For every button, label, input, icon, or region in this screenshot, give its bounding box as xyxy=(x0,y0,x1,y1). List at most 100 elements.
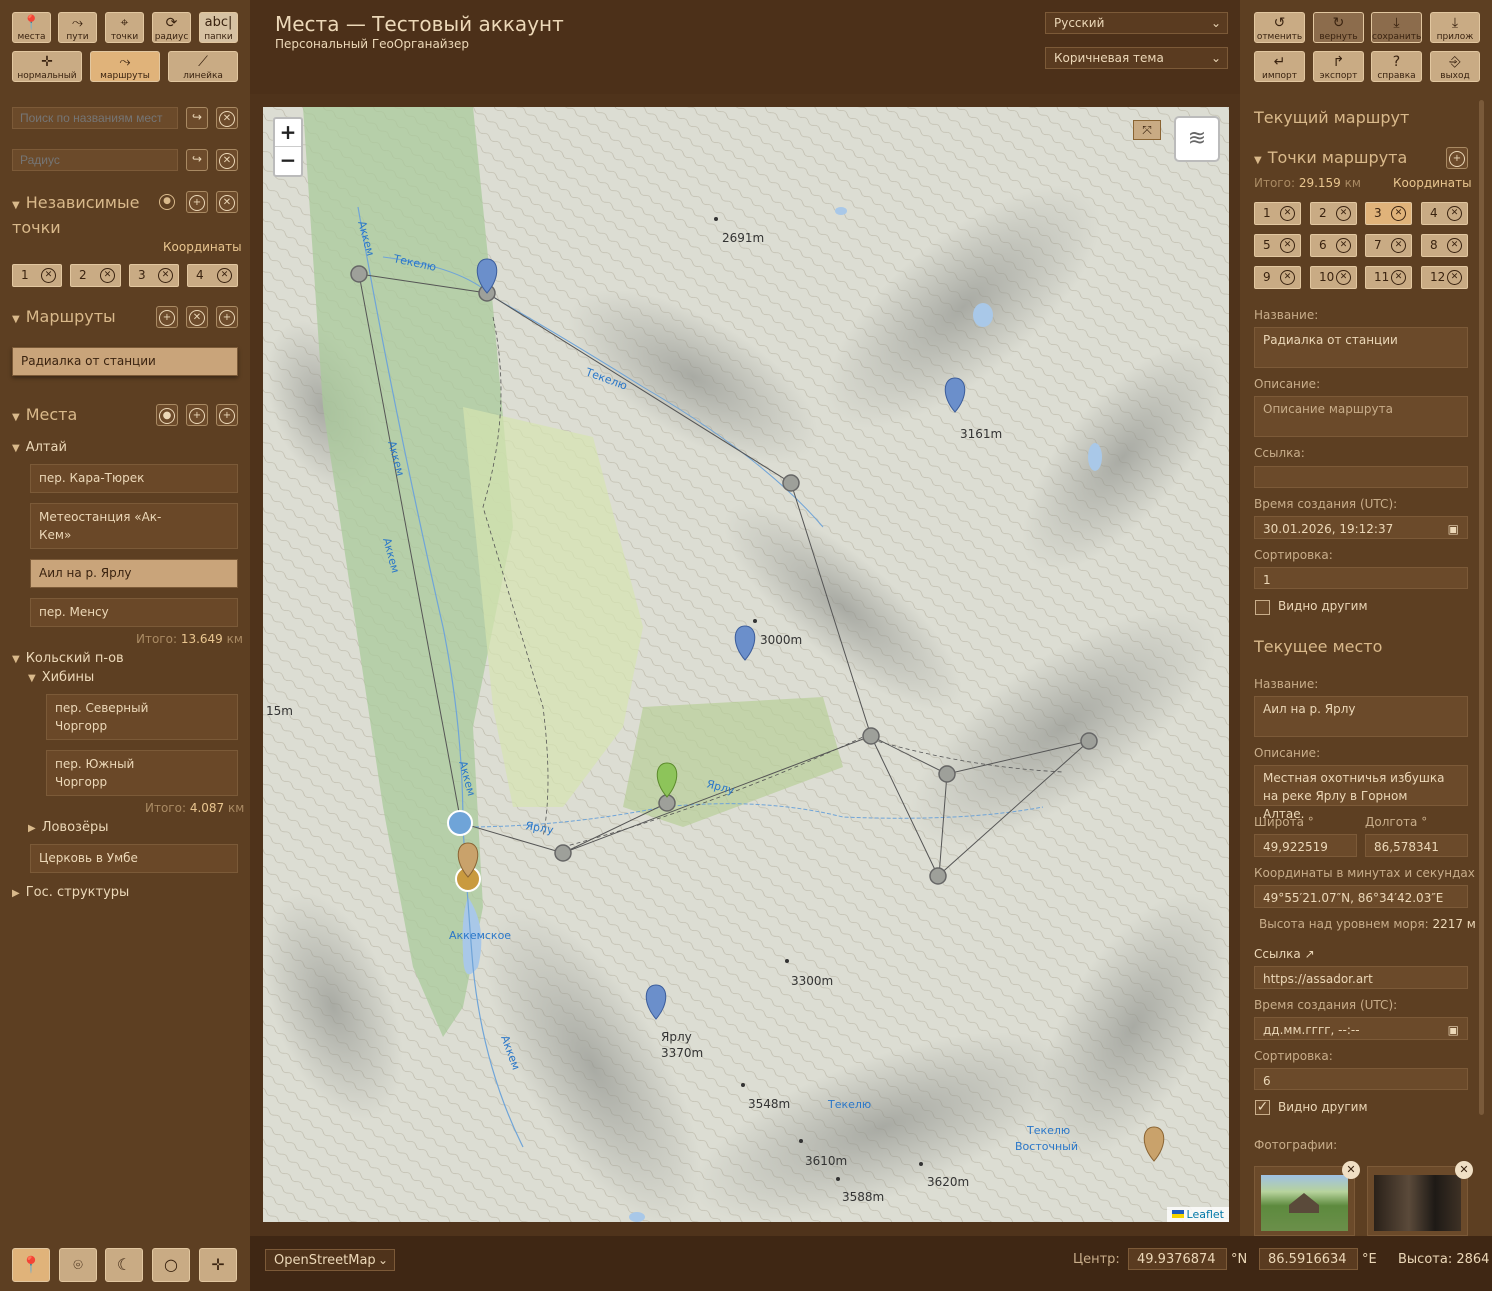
close-icon[interactable]: ✕ xyxy=(41,268,56,283)
folder-khibiny[interactable]: ▼ Хибины xyxy=(28,670,94,685)
undo-button[interactable]: ↺ отменить xyxy=(1254,12,1305,43)
dms-field[interactable]: 49°55′21.07″N, 86°34′42.03″E xyxy=(1254,885,1468,908)
close-icon[interactable]: ✕ xyxy=(100,268,115,283)
photo-thumb[interactable]: ✕ xyxy=(1367,1161,1473,1236)
close-icon[interactable]: ✕ xyxy=(1391,238,1406,253)
folder-altai[interactable]: ▼ Алтай xyxy=(12,440,67,455)
place-name-field[interactable]: Аил на р. Ярлу xyxy=(1254,696,1468,737)
close-icon[interactable]: ✕ xyxy=(1280,270,1295,285)
basemap-select[interactable]: OpenStreetMap ⌄ xyxy=(265,1249,395,1271)
points-mode-button[interactable]: ⌖ точки xyxy=(105,12,144,43)
close-icon[interactable]: ✕ xyxy=(1336,270,1351,285)
app-button[interactable]: ⤓ прилож xyxy=(1430,12,1480,43)
pin-tool-button[interactable]: 📍 xyxy=(12,1248,50,1282)
center-lat-field[interactable]: 49.9376874 xyxy=(1128,1248,1227,1270)
route-points-header[interactable]: ▼ Точки маршрута xyxy=(1254,148,1407,167)
add-point-button[interactable]: + xyxy=(186,191,208,213)
radius-mode-button[interactable]: ⟳ радиус xyxy=(152,12,191,43)
routes-header[interactable]: ▼ Маршруты xyxy=(12,307,116,326)
normal-mode-button[interactable]: ✛ нормальный xyxy=(12,51,82,82)
place-link-label[interactable]: Ссылка ↗ xyxy=(1254,947,1315,961)
locate-tool-button[interactable]: ⌾ xyxy=(59,1248,97,1282)
lat-field[interactable]: 49,922519 xyxy=(1254,834,1357,857)
selected-route-point[interactable] xyxy=(447,810,473,836)
place-visible-checkbox[interactable]: ✓ xyxy=(1255,1100,1270,1115)
route-point-chip[interactable]: 12 ✕ xyxy=(1421,266,1468,289)
export-button[interactable]: ↱ экспорт xyxy=(1313,51,1364,82)
close-icon[interactable]: ✕ xyxy=(1280,238,1295,253)
folder-kola[interactable]: ▼ Кольский п-ов xyxy=(12,651,124,666)
circle-tool-button[interactable]: ○ xyxy=(152,1248,190,1282)
place-link-field[interactable]: https://assador.art xyxy=(1254,966,1468,989)
locate-icon[interactable]: ● xyxy=(159,194,175,210)
place-item[interactable]: Аил на р. Ярлу xyxy=(30,559,238,588)
place-item[interactable]: Церковь в Умбе xyxy=(30,844,238,873)
save-button[interactable]: ⤓ сохранить xyxy=(1371,12,1422,43)
point-chip[interactable]: 4 ✕ xyxy=(187,264,238,287)
redo-button[interactable]: ↻ вернуть xyxy=(1313,12,1364,43)
route-point-chip[interactable]: 6 ✕ xyxy=(1310,234,1357,257)
add-route-folder-button[interactable]: + xyxy=(216,306,238,328)
fullscreen-icon[interactable]: ⤧ xyxy=(1133,120,1161,140)
lon-field[interactable]: 86,578341 xyxy=(1365,834,1468,857)
route-coords-label[interactable]: Координаты xyxy=(1393,176,1472,190)
route-item[interactable]: Радиалка от станции xyxy=(12,347,238,376)
zoom-out-button[interactable]: − xyxy=(275,147,301,175)
add-route-button[interactable]: + xyxy=(156,306,178,328)
place-item[interactable]: пер. Менсу xyxy=(30,598,238,627)
add-route-point-button[interactable]: + xyxy=(1446,147,1468,169)
photo-delete-button[interactable]: ✕ xyxy=(1455,1161,1473,1179)
zoom-in-button[interactable]: + xyxy=(275,119,301,147)
add-place-button[interactable]: + xyxy=(186,404,208,426)
radius-input[interactable] xyxy=(12,149,178,171)
close-icon[interactable]: ✕ xyxy=(158,268,173,283)
add-folder-button[interactable]: + xyxy=(216,404,238,426)
route-point-chip[interactable]: 4 ✕ xyxy=(1421,202,1468,225)
route-point-chip[interactable]: 2 ✕ xyxy=(1310,202,1357,225)
route-created-field[interactable]: 30.01.2026, 19:12:37 ▣ xyxy=(1254,516,1468,539)
attribution[interactable]: Leaflet xyxy=(1166,1207,1229,1222)
folders-mode-button[interactable]: abc| папки xyxy=(199,12,238,43)
routes-mode-button[interactable]: ⤳ маршруты xyxy=(90,51,160,82)
places-mode-button[interactable]: 📍 места xyxy=(12,12,51,43)
close-icon[interactable]: ✕ xyxy=(1391,206,1406,221)
delete-route-button[interactable]: ✕ xyxy=(186,306,208,328)
route-point-chip[interactable]: 3 ✕ xyxy=(1365,202,1412,225)
route-point-chip[interactable]: 1 ✕ xyxy=(1254,202,1301,225)
radius-go-button[interactable]: ↪ xyxy=(186,149,208,171)
point-chip[interactable]: 2 ✕ xyxy=(70,264,121,287)
place-item[interactable]: пер. Северный Чоргорр xyxy=(46,694,238,740)
layers-button[interactable]: ≋ xyxy=(1174,116,1220,162)
place-item[interactable]: пер. Кара-Тюрек xyxy=(30,464,238,493)
places-header[interactable]: ▼ Места xyxy=(12,405,77,424)
close-icon[interactable]: ✕ xyxy=(1447,270,1462,285)
point-chip[interactable]: 1 ✕ xyxy=(12,264,62,287)
folder-gos[interactable]: ▶ Гос. структуры xyxy=(12,885,129,900)
place-item[interactable]: Метеостанция «Ак-Кем» xyxy=(30,503,238,549)
photo-thumb[interactable]: ✕ xyxy=(1254,1161,1360,1236)
route-name-field[interactable]: Радиалка от станции xyxy=(1254,327,1468,368)
crosshair-tool-button[interactable]: ✛ xyxy=(199,1248,237,1282)
theme-select[interactable]: Коричневая тема ⌄ xyxy=(1045,47,1228,69)
map[interactable]: 2691m 3161m 3000m 15m 3300m Ярлу 3370m 3… xyxy=(263,107,1229,1222)
coords-label[interactable]: Координаты xyxy=(163,240,242,254)
language-select[interactable]: Русский ⌄ xyxy=(1045,12,1228,34)
folder-lovozery[interactable]: ▶ Ловозёры xyxy=(28,820,108,835)
close-icon[interactable]: ✕ xyxy=(1336,238,1351,253)
route-point-chip[interactable]: 5 ✕ xyxy=(1254,234,1301,257)
ruler-mode-button[interactable]: ⟋ линейка xyxy=(168,51,238,82)
map-canvas[interactable]: 2691m 3161m 3000m 15m 3300m Ярлу 3370m 3… xyxy=(263,107,1229,1222)
close-icon[interactable]: ✕ xyxy=(1391,270,1406,285)
search-clear-button[interactable]: ✕ xyxy=(216,107,238,129)
photo-delete-button[interactable]: ✕ xyxy=(1342,1161,1360,1179)
route-point-chip[interactable]: 9 ✕ xyxy=(1254,266,1301,289)
close-icon[interactable]: ✕ xyxy=(1336,206,1351,221)
place-sort-field[interactable]: 6 xyxy=(1254,1068,1468,1090)
route-point-chip[interactable]: 8 ✕ xyxy=(1421,234,1468,257)
route-point-chip[interactable]: 11 ✕ xyxy=(1365,266,1412,289)
close-icon[interactable]: ✕ xyxy=(1447,206,1462,221)
point-chip[interactable]: 3 ✕ xyxy=(129,264,179,287)
import-button[interactable]: ↵ импорт xyxy=(1254,51,1305,82)
route-link-field[interactable] xyxy=(1254,466,1468,488)
moon-tool-button[interactable]: ☾ xyxy=(105,1248,143,1282)
